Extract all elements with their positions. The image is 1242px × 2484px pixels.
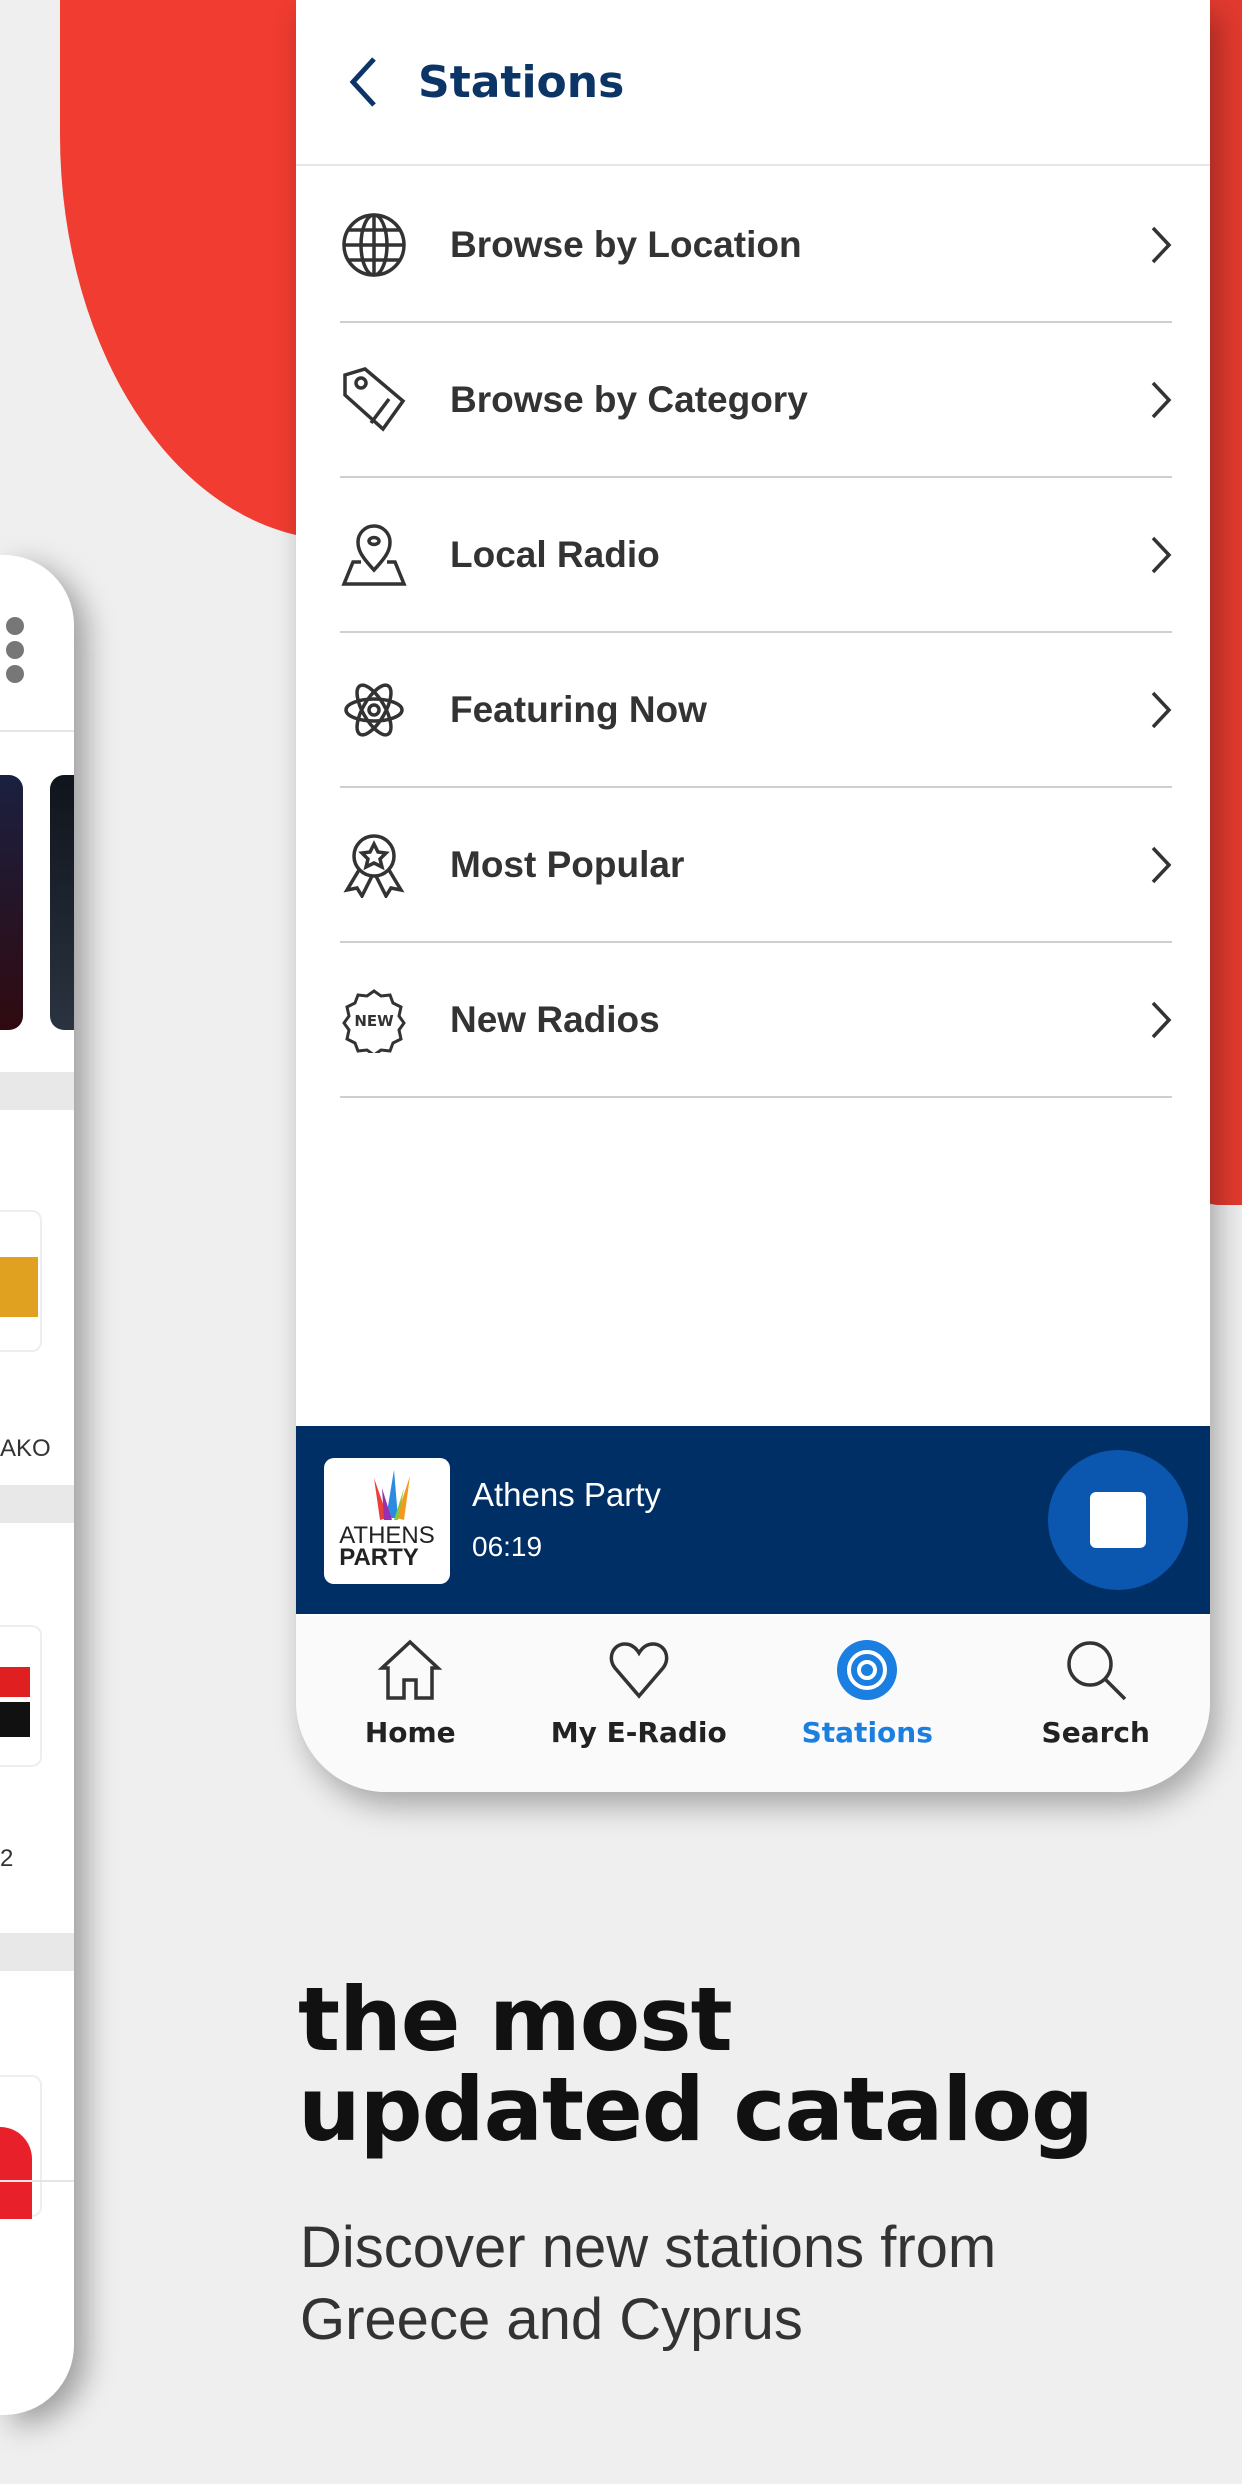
nav-label: Search (1041, 1716, 1150, 1749)
menu-item-browse-category[interactable]: Browse by Category (340, 323, 1172, 478)
app-header: Stations (296, 0, 1210, 166)
stop-button[interactable] (1048, 1450, 1188, 1590)
menu-item-browse-location[interactable]: Browse by Location (340, 168, 1172, 323)
search-icon (1067, 1641, 1126, 1701)
atom-icon (340, 676, 408, 744)
station-logo: ATHENS PARTY (324, 1458, 450, 1584)
nav-my-eradio[interactable]: My E-Radio (525, 1616, 754, 1792)
svg-text:NEW: NEW (354, 1012, 394, 1030)
heart-icon (609, 1642, 669, 1699)
menu-item-label: New Radios (450, 998, 660, 1040)
nav-search[interactable]: Search (982, 1616, 1211, 1792)
tag-icon (340, 366, 408, 434)
station-label: AKO (0, 1435, 51, 1462)
new-badge-icon: NEW (340, 986, 408, 1054)
menu-item-new-radios[interactable]: NEW New Radios (340, 943, 1172, 1098)
play-time: 06:19 (472, 1531, 543, 1562)
background-phone: AKO 2 (0, 555, 74, 2415)
station-image[interactable] (0, 775, 23, 1030)
menu-item-label: Local Radio (450, 533, 660, 575)
menu-item-most-popular[interactable]: Most Popular (340, 788, 1172, 943)
station-logo[interactable] (0, 1210, 42, 1352)
menu-item-label: Browse by Location (450, 223, 802, 265)
stations-icon (837, 1640, 898, 1700)
phone-screen: Stations Browse by Location Browse by Ca… (296, 0, 1210, 1792)
globe-icon (340, 211, 408, 279)
award-icon (340, 831, 408, 899)
home-icon (378, 1639, 443, 1700)
nav-stations[interactable]: Stations (753, 1616, 982, 1792)
chevron-right-icon (1151, 691, 1172, 728)
nav-home[interactable]: Home (296, 1616, 525, 1792)
menu-item-label: Most Popular (450, 843, 685, 885)
menu-item-label: Featuring Now (450, 688, 707, 730)
stop-icon (1090, 1492, 1146, 1548)
menu-item-featuring-now[interactable]: Featuring Now (340, 633, 1172, 788)
chevron-right-icon (1151, 381, 1172, 418)
station-logo[interactable] (0, 1625, 42, 1767)
map-pin-icon (340, 521, 408, 589)
svg-text:PARTY: PARTY (339, 1544, 419, 1571)
promo-subtitle: Discover new stations from Greece and Cy… (300, 2215, 997, 2352)
bottom-nav: Home My E-Radio Stations Search (296, 1616, 1210, 1792)
menu-item-local-radio[interactable]: Local Radio (340, 478, 1172, 633)
more-options-icon[interactable] (6, 617, 26, 689)
chevron-right-icon (1151, 226, 1172, 263)
nav-label: Stations (801, 1716, 933, 1749)
chevron-right-icon (1151, 846, 1172, 883)
page-title: Stations (418, 56, 625, 108)
nav-label: My E-Radio (550, 1716, 727, 1749)
station-label: 2 (0, 1845, 14, 1872)
chevron-right-icon (1151, 536, 1172, 573)
chevron-right-icon (1151, 1001, 1172, 1038)
station-name: Athens Party (472, 1476, 661, 1513)
promo-headline: the most updated catalog (298, 1968, 1094, 2161)
menu-item-label: Browse by Category (450, 378, 808, 420)
mini-player[interactable]: ATHENS PARTY Athens Party 06:19 (296, 1426, 1210, 1614)
station-logo[interactable] (0, 2075, 42, 2219)
nav-label: Home (364, 1716, 456, 1749)
chevron-left-icon[interactable] (348, 52, 388, 112)
station-image[interactable] (50, 775, 74, 1030)
